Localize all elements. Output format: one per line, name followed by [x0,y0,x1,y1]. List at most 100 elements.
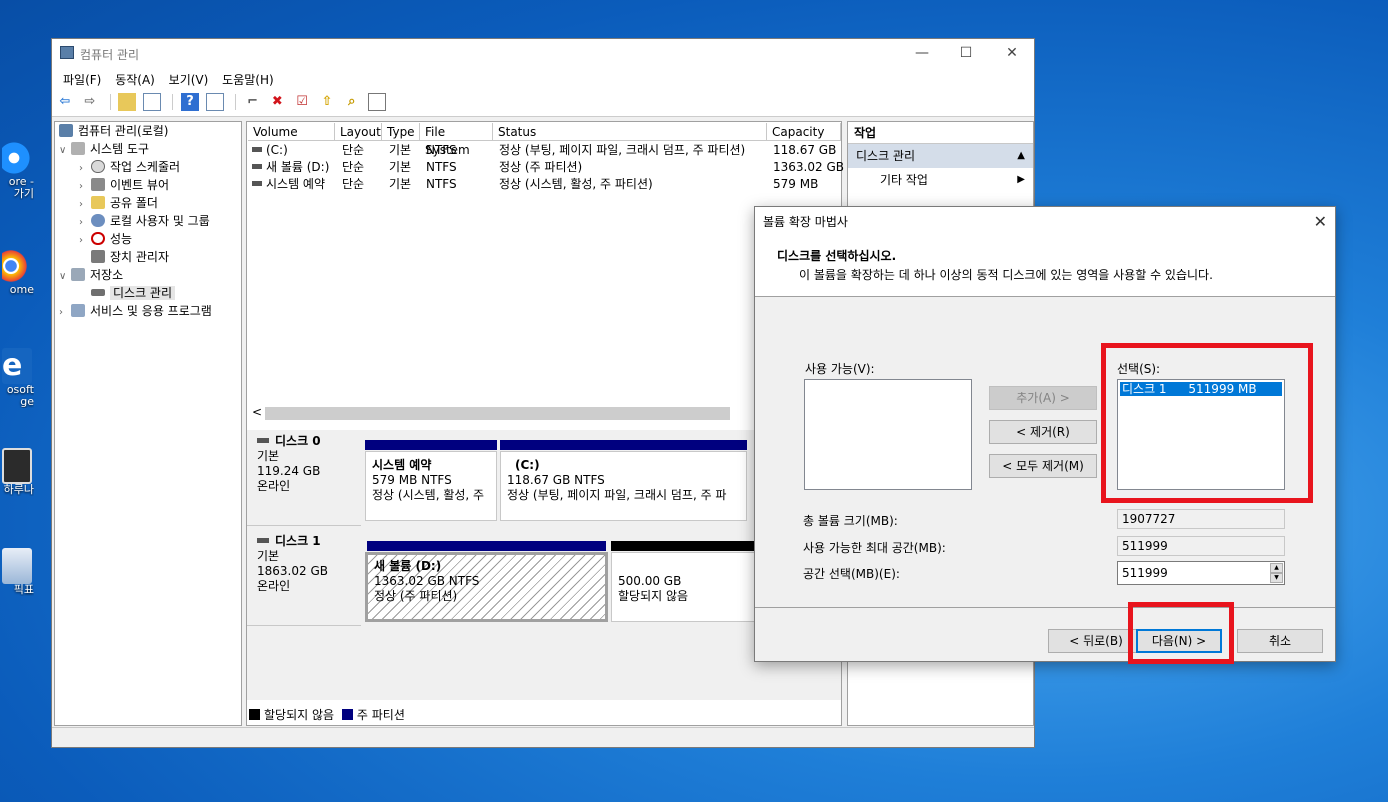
help-icon[interactable]: ? [180,93,199,111]
column-header-file-system[interactable]: File System [420,123,493,157]
chevron-down-icon[interactable]: ∨ [59,142,71,160]
volume-cell: 시스템 예약 [252,176,336,193]
partition-size: 579 MB NTFS [372,473,452,487]
disk-0-label[interactable]: 디스크 0 기본 119.24 GB 온라인 [247,430,361,526]
desktop-icon-edge-legacy[interactable]: ore - 가기 [0,140,34,200]
action-more-actions[interactable]: 기타 작업 ▶ [848,168,1033,192]
tree-item-task-scheduler[interactable]: › 작업 스케줄러 [79,158,180,176]
column-header-capacity[interactable]: Capacity [767,123,841,141]
desktop-icon-chrome[interactable]: ome [0,248,34,296]
tree-item-storage[interactable]: ∨ 저장소 [59,266,123,284]
checklist-icon[interactable]: ☑ [293,93,311,111]
tree-item-system-tools[interactable]: ∨ 시스템 도구 [59,140,149,158]
tree-item-shared-folders[interactable]: › 공유 폴더 [79,194,158,212]
close-button[interactable]: ✕ [998,43,1026,63]
partition-system-reserved[interactable]: 시스템 예약 579 MB NTFS 정상 (시스템, 활성, 주 [365,440,497,521]
legend-unallocated: 할당되지 않음 [264,708,335,722]
type-cell: 기본 [389,143,412,157]
menu-action[interactable]: 동작(A) [110,67,160,92]
chevron-down-icon[interactable]: ∨ [59,268,71,286]
back-arrow-icon[interactable]: ⇦ [56,93,74,111]
minimize-button[interactable]: — [908,43,936,63]
partition-unallocated[interactable]: 500.00 GB 할당되지 않음 [611,541,757,622]
cancel-button[interactable]: 취소 [1237,629,1323,653]
disk-state: 온라인 [257,579,291,593]
action-label: 기타 작업 [880,173,928,187]
show-hide-tree-icon[interactable] [143,93,162,111]
select-space-value[interactable]: 511999 [1122,566,1168,580]
wizard-title-bar[interactable]: 볼륨 확장 마법사 ✕ [755,207,1335,237]
desktop-icon-edge[interactable]: e osoft ge [0,348,34,408]
tree-item-label: 시스템 도구 [90,142,150,156]
desktop-icon-label: osoft [6,384,34,396]
tree-item-disk-management[interactable]: 디스크 관리 [91,284,176,302]
remove-button[interactable]: < 제거(R) [989,420,1097,444]
column-header-volume[interactable]: Volume [248,123,335,141]
unallocated-swatch [249,709,260,720]
scrollbar-thumb[interactable] [265,407,730,420]
remove-all-button[interactable]: < 모두 제거(M) [989,454,1097,478]
column-header-layout[interactable]: Layout [335,123,382,141]
available-disks-list[interactable] [804,379,972,490]
volume-name: (C:) [266,143,288,157]
column-header-type[interactable]: Type [382,123,420,141]
legend: 할당되지 않음 주 파티션 [249,707,405,723]
edge-legacy-icon [2,140,32,176]
maximize-button[interactable]: ☐ [952,43,980,63]
chevron-right-icon[interactable]: › [59,304,71,322]
spin-up-icon[interactable]: ▲ [1270,563,1283,573]
actions-section-disk-management[interactable]: 디스크 관리 ▲ [848,144,1033,168]
spin-down-icon[interactable]: ▼ [1270,573,1283,583]
device-manager-icon [91,250,105,263]
event-viewer-icon [91,178,105,191]
menu-help[interactable]: 도움말(H) [217,67,279,92]
desktop-icon-app[interactable]: 하루나 [0,448,34,496]
disk-1-label[interactable]: 디스크 1 기본 1863.02 GB 온라인 [247,530,361,626]
desktop-icon-label: 가기 [13,188,34,200]
title-bar[interactable]: 컴퓨터 관리 — ☐ ✕ [52,39,1034,67]
partition-status: 할당되지 않음 [618,589,689,603]
capacity-cell: 118.67 GB [773,143,837,157]
tree-item-services[interactable]: › 서비스 및 응용 프로그램 [59,302,212,320]
services-icon [71,304,85,317]
connect-icon[interactable]: ⌐ [243,93,261,111]
toolbar-separator [172,94,174,110]
tree-item-computer-management[interactable]: 컴퓨터 관리(로컬) [59,122,168,140]
add-button[interactable]: 추가(A) > [989,386,1097,410]
menu-file[interactable]: 파일(F) [58,67,106,92]
scroll-left-arrow[interactable]: < [252,405,262,419]
disk-name: 디스크 0 [275,434,321,448]
select-space-stepper[interactable]: 511999 ▲ ▼ [1117,561,1285,585]
search-icon[interactable]: ⌕ [343,93,361,111]
tree-item-performance[interactable]: › 성능 [79,230,132,248]
volume-cell: 새 볼륨 (D:) [252,159,336,176]
desktop-icon-shortcut[interactable]: 픽표 [0,548,34,596]
properties-view-icon[interactable] [205,93,224,111]
capacity-cell: 1363.02 GB [773,160,844,174]
collapse-up-icon[interactable]: ▲ [1017,144,1025,168]
tree-item-event-viewer[interactable]: › 이벤트 뷰어 [79,176,169,194]
computer-management-icon [59,124,73,137]
partition-d[interactable]: 새 볼륨 (D:) 1363.02 GB NTFS 정상 (주 파티션) [365,541,608,622]
disk-icon [91,289,105,296]
import-icon[interactable]: ⇧ [318,93,336,111]
column-header-status[interactable]: Status [493,123,767,141]
disk-type: 기본 [257,449,280,463]
properties-icon[interactable] [367,93,386,111]
menu-view[interactable]: 보기(V) [164,67,214,92]
partition-name: 새 볼륨 (D:) [374,559,442,573]
delete-icon[interactable]: ✖ [268,93,286,111]
tree-item-label: 디스크 관리 [110,286,176,300]
partition-c[interactable]: (C:) 118.67 GB NTFS 정상 (부팅, 페이지 파일, 크래시 … [500,440,747,521]
close-icon[interactable]: ✕ [1314,207,1327,237]
chevron-right-icon[interactable]: › [79,232,91,250]
shortcut-icon [2,548,32,584]
horizontal-scrollbar[interactable]: < [249,405,730,422]
up-folder-icon[interactable] [118,93,137,111]
status-cell: 정상 (주 파티션) [499,160,583,174]
tree-item-local-users[interactable]: › 로컬 사용자 및 그룹 [79,212,210,230]
wizard-title: 볼륨 확장 마법사 [763,215,848,229]
file-system-cell: NTFS [426,160,457,174]
forward-arrow-icon[interactable]: ⇨ [81,93,99,111]
tree-item-device-manager[interactable]: 장치 관리자 [91,248,169,266]
